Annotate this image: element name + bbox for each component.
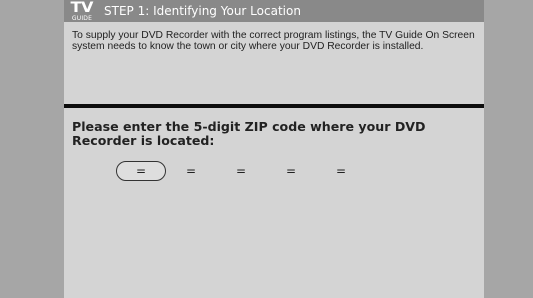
zip-prompt: Please enter the 5-digit ZIP code where … [72, 119, 426, 148]
tv-guide-screen: TV GUIDE STEP 1: Identifying Your Locati… [0, 0, 533, 298]
zip-digit-2[interactable]: = [166, 161, 216, 181]
zip-digit-1[interactable]: = [116, 161, 166, 181]
zip-digit-3[interactable]: = [216, 161, 266, 181]
zip-digit-4[interactable]: = [266, 161, 316, 181]
right-margin [484, 0, 533, 298]
zip-digit-5[interactable]: = [316, 161, 366, 181]
intro-panel: To supply your DVD Recorder with the cor… [64, 22, 484, 104]
zip-entry-panel: Please enter the 5-digit ZIP code where … [64, 108, 484, 298]
zip-code-input[interactable]: = = = = = [116, 160, 366, 182]
header-bar: TV GUIDE STEP 1: Identifying Your Locati… [64, 0, 484, 22]
logo-main-text: TV [70, 0, 94, 16]
page-title: STEP 1: Identifying Your Location [104, 4, 301, 18]
left-margin [0, 0, 64, 298]
tv-guide-logo: TV GUIDE [68, 0, 96, 22]
intro-text: To supply your DVD Recorder with the cor… [72, 30, 475, 52]
logo-sub-text: GUIDE [71, 14, 93, 22]
